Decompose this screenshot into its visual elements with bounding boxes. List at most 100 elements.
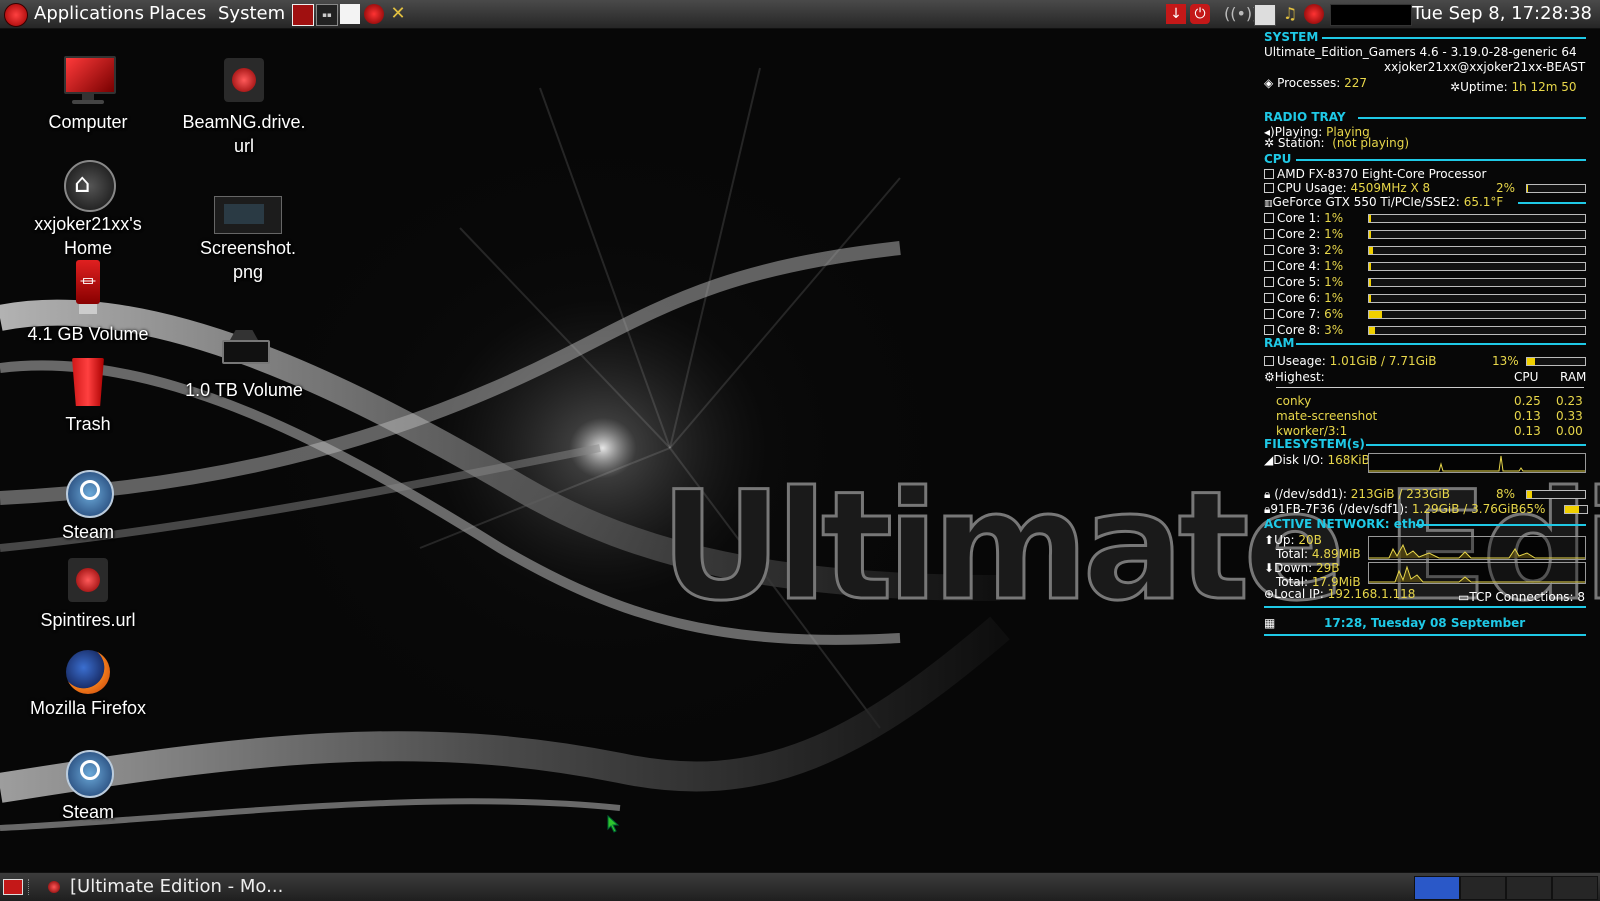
taskbar-item[interactable]: [Ultimate Edition - Mo... (48, 875, 283, 899)
music-tray-icon[interactable]: ♫ (1280, 4, 1300, 24)
home-folder-icon: ⌂ (60, 156, 116, 212)
terminal-launcher-icon[interactable]: ▪▪ (316, 4, 338, 26)
cpu-core-icon (1264, 309, 1274, 319)
station-icon: ✲ (1264, 136, 1275, 150)
desktop-icon-steam-2[interactable]: Steam (8, 750, 168, 824)
cpu-core-percent: 1% (1324, 291, 1344, 305)
cpu-core-percent: 1% (1324, 211, 1344, 225)
wireless-tray-icon[interactable]: ((•)) (1224, 4, 1258, 24)
computer-monitor-icon (60, 54, 116, 110)
workspace-2[interactable] (1460, 876, 1506, 900)
system-monitor-graph-icon[interactable] (1330, 4, 1412, 26)
desktop-icon-label: Steam (61, 802, 115, 822)
cpu-usage-percent: 2% (1496, 181, 1516, 195)
desktop-icon-beamng[interactable]: BeamNG.drive. url (164, 54, 324, 158)
desktop-icon-computer[interactable]: Computer (8, 54, 168, 134)
conky-section-filesystem: FILESYSTEM(s) (1264, 437, 1586, 451)
arrow-down-icon: ⬇ (1264, 561, 1275, 575)
desktop-icon-trash[interactable]: Trash (8, 356, 168, 436)
panel-separator (28, 879, 31, 895)
desktop-icon-label: Spintires.url (40, 610, 136, 630)
top-panel: Applications Places System ▪▪ ✕ ↓ ⏻ ((•)… (0, 0, 1600, 29)
workspace-4[interactable] (1552, 876, 1598, 900)
menu-system[interactable]: System (218, 2, 285, 26)
workspace-3[interactable] (1506, 876, 1552, 900)
desktop-icon-firefox[interactable]: Mozilla Firefox (8, 650, 168, 720)
conky-section-radio: RADIO TRAY (1264, 110, 1586, 124)
workspace-1[interactable] (1414, 876, 1460, 900)
menu-applications[interactable]: Applications (34, 2, 144, 26)
download-tray-icon[interactable]: ↓ (1166, 4, 1186, 24)
mouse-cursor-icon (607, 815, 620, 833)
cpu-core-bar (1368, 246, 1586, 255)
radio-tray-icon[interactable] (1304, 4, 1324, 24)
net-up-graph (1368, 536, 1586, 560)
desktop-icon-screenshot[interactable]: Screenshot. png (168, 192, 328, 284)
cpu-model: AMD FX-8370 Eight-Core Processor (1264, 167, 1486, 182)
cpu-core-label: Core 6: (1277, 291, 1321, 305)
ram-usage: Useage: 1.01GiB / 7.71GiB (1264, 354, 1437, 369)
cpu-core-row: Core 3: 2% (1264, 243, 1343, 258)
spintires-url-icon (60, 556, 116, 608)
beamng-url-icon (216, 54, 272, 110)
cpu-core-bar (1368, 230, 1586, 239)
fs-root-percent: 8% (1496, 487, 1516, 501)
app-launcher-icon[interactable] (292, 4, 314, 26)
cpu-core-bar (1368, 278, 1586, 287)
cpu-core-icon (1264, 261, 1274, 271)
cpu-core-icon (1264, 245, 1274, 255)
power-tray-icon[interactable]: ⏻ (1190, 4, 1210, 24)
desktop-icon-label: Screenshot. png (199, 238, 297, 282)
cpu-core-percent: 1% (1324, 259, 1344, 273)
text-editor-launcher-icon[interactable] (340, 4, 360, 24)
desktop-icon-label: Trash (65, 414, 111, 434)
tools-launcher-icon[interactable]: ✕ (388, 4, 408, 24)
cpu-core-icon (1264, 293, 1274, 303)
disk-io-graph (1368, 453, 1586, 473)
conky-date-line: 17:28, Tuesday 08 September (1324, 616, 1526, 630)
system-os-line: Ultimate_Edition_Gamers 4.6 - 3.19.0-28-… (1264, 45, 1577, 59)
ubuntu-logo-icon[interactable] (4, 3, 28, 27)
arrow-up-icon: ⬆ (1264, 533, 1275, 547)
cpu-chip-icon (1264, 183, 1274, 193)
cpu-core-icon (1264, 213, 1274, 223)
cpu-core-bar (1368, 310, 1586, 319)
cpu-core-row: Core 5: 1% (1264, 275, 1343, 290)
desktop-icon-usb-volume[interactable]: ⏛ 4.1 GB Volume (8, 260, 168, 346)
keyboard-tray-icon[interactable] (1254, 4, 1276, 26)
ram-usage-percent: 13% (1492, 354, 1519, 368)
taskbar-item-label: [Ultimate Edition - Mo... (70, 876, 284, 897)
net-tcp: ▭TCP Connections: 8 (1458, 590, 1586, 604)
cpu-core-icon (1264, 325, 1274, 335)
media-player-launcher-icon[interactable] (364, 4, 384, 24)
cpu-core-label: Core 2: (1277, 227, 1321, 241)
desktop-icon-hdd-volume[interactable]: 1.0 TB Volume (164, 326, 324, 402)
desktop-icon-steam-1[interactable]: Steam (8, 470, 168, 544)
usb-drive-icon: ⏛ (60, 260, 116, 316)
cpu-core-percent: 1% (1324, 227, 1344, 241)
menu-places[interactable]: Places (149, 2, 206, 26)
show-desktop-icon[interactable] (3, 879, 23, 895)
cpu-chip-icon (1264, 169, 1274, 179)
cpu-core-percent: 6% (1324, 307, 1344, 321)
cpu-core-icon (1264, 277, 1274, 287)
process-name: mate-screenshot (1276, 409, 1378, 423)
system-host-line: xxjoker21xx@xxjoker21xx-BEAST (1384, 60, 1586, 74)
screenshot-thumbnail-icon (214, 192, 282, 236)
process-name: conky (1276, 394, 1312, 408)
cpu-core-percent: 2% (1324, 243, 1344, 257)
conky-section-system: SYSTEM (1264, 30, 1586, 44)
desktop-icon-home[interactable]: ⌂ xxjoker21xx's Home (8, 156, 168, 260)
cpu-core-percent: 3% (1324, 323, 1344, 337)
cpu-usage-bar (1526, 184, 1586, 193)
desktop-icon-label: Steam (61, 522, 115, 542)
desktop-icon-spintires[interactable]: Spintires.url (8, 556, 168, 632)
cpu-core-row: Core 6: 1% (1264, 291, 1343, 306)
panel-clock[interactable]: Tue Sep 8, 17:28:38 (1412, 2, 1592, 26)
gear-icon: ⚙ (1264, 370, 1275, 384)
cpu-core-label: Core 8: (1277, 323, 1321, 337)
ram-icon (1264, 356, 1274, 366)
fs-usb: 🔒︎91FB-7F36 (/dev/sdf1): 1.29GiB / 3.76G… (1264, 502, 1546, 516)
cpu-core-percent: 1% (1324, 275, 1344, 289)
disk-io: ◢Disk I/O: 168KiB (1264, 453, 1370, 467)
